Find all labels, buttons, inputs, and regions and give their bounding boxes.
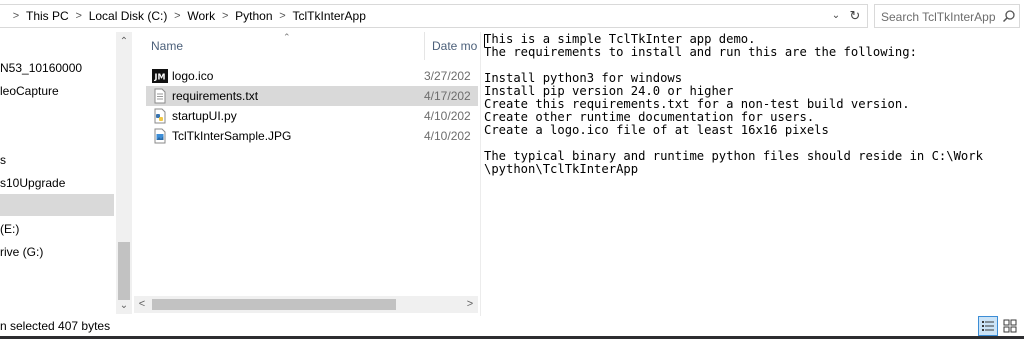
file-name: startupUI.py <box>172 109 237 123</box>
chevron-right-icon[interactable]: > <box>217 10 233 22</box>
nav-item-device[interactable]: N53_10160000 <box>0 57 114 79</box>
scroll-left-icon[interactable]: < <box>134 296 150 313</box>
file-row-selected[interactable]: requirements.txt 4/17/202 <box>146 86 478 106</box>
address-bar[interactable]: > This PC > Local Disk (C:) > Work > Pyt… <box>0 4 868 28</box>
status-selection-info: n selected 407 bytes <box>0 319 111 333</box>
file-name: requirements.txt <box>172 89 259 103</box>
file-date: 4/10/202 <box>424 109 471 123</box>
text-file-icon <box>154 88 166 104</box>
search-box[interactable]: Search TclTkInterApp <box>874 4 1020 28</box>
chevron-right-icon[interactable]: > <box>275 10 291 22</box>
breadcrumb-current-folder[interactable]: TclTkInterApp <box>291 9 368 23</box>
large-icons-view-icon[interactable] <box>1000 316 1020 336</box>
nav-item-selected[interactable] <box>0 194 114 216</box>
file-row[interactable]: TclTkInterSample.JPG 4/10/202 <box>146 126 478 146</box>
preview-text: This is a simple TclTkInter app demo. Th… <box>484 32 983 176</box>
file-date: 4/17/202 <box>424 89 471 103</box>
breadcrumb: > This PC > Local Disk (C:) > Work > Pyt… <box>8 9 368 23</box>
file-name: logo.ico <box>172 69 214 83</box>
file-list-horizontal-scrollbar[interactable]: < > <box>134 296 478 313</box>
svg-text:JM: JM <box>154 73 166 82</box>
file-explorer-window: > This PC > Local Disk (C:) > Work > Pyt… <box>0 0 1024 339</box>
file-row[interactable]: JM logo.ico 3/27/202 <box>146 66 478 86</box>
details-view-icon[interactable] <box>978 316 998 336</box>
text-caret <box>484 34 485 47</box>
nav-item-drive-g[interactable]: rive (G:) <box>0 241 114 263</box>
column-divider[interactable] <box>424 32 425 60</box>
chevron-right-icon[interactable]: > <box>8 10 24 22</box>
nav-item-drive-e[interactable]: (E:) <box>0 218 114 240</box>
nav-item-video-capture[interactable]: leoCapture <box>0 80 114 102</box>
file-date: 3/27/202 <box>424 69 471 83</box>
file-name: TclTkInterSample.JPG <box>172 129 292 143</box>
preview-pane[interactable]: This is a simple TclTkInter app demo. Th… <box>480 32 1021 316</box>
scrollbar-thumb[interactable] <box>118 242 130 300</box>
navigation-pane: N53_10160000 leoCapture s s10Upgrade (E:… <box>0 32 116 314</box>
file-list: Name ⌃ Date mo JM logo.ico 3/27/202 requ… <box>138 32 478 300</box>
nav-pane-scrollbar[interactable]: ⌃ ⌄ <box>116 32 132 314</box>
image-file-icon <box>154 128 166 144</box>
jm-logo-icon: JM <box>152 69 168 83</box>
search-placeholder: Search TclTkInterApp <box>881 10 996 24</box>
search-icon[interactable] <box>1002 9 1016 23</box>
breadcrumb-local-disk[interactable]: Local Disk (C:) <box>87 9 170 23</box>
address-history-dropdown-icon[interactable]: ⌄ <box>829 8 843 24</box>
chevron-right-icon[interactable]: > <box>71 10 87 22</box>
refresh-icon[interactable]: ↻ <box>847 8 863 24</box>
column-header-name[interactable]: Name <box>151 32 183 60</box>
column-header-date[interactable]: Date mo <box>432 32 477 60</box>
nav-item-s[interactable]: s <box>0 149 114 171</box>
python-file-icon <box>154 108 166 124</box>
file-date: 4/10/202 <box>424 129 471 143</box>
breadcrumb-this-pc[interactable]: This PC <box>24 9 71 23</box>
scroll-down-icon[interactable]: ⌄ <box>116 298 132 314</box>
scroll-up-icon[interactable]: ⌃ <box>116 34 132 50</box>
nav-item-upgrade[interactable]: s10Upgrade <box>0 172 114 194</box>
sort-ascending-icon: ⌃ <box>283 32 291 42</box>
chevron-right-icon[interactable]: > <box>169 10 185 22</box>
scroll-right-icon[interactable]: > <box>462 296 478 313</box>
breadcrumb-work[interactable]: Work <box>185 9 217 23</box>
file-row[interactable]: startupUI.py 4/10/202 <box>146 106 478 126</box>
breadcrumb-python[interactable]: Python <box>233 9 274 23</box>
scrollbar-thumb[interactable] <box>152 299 396 310</box>
